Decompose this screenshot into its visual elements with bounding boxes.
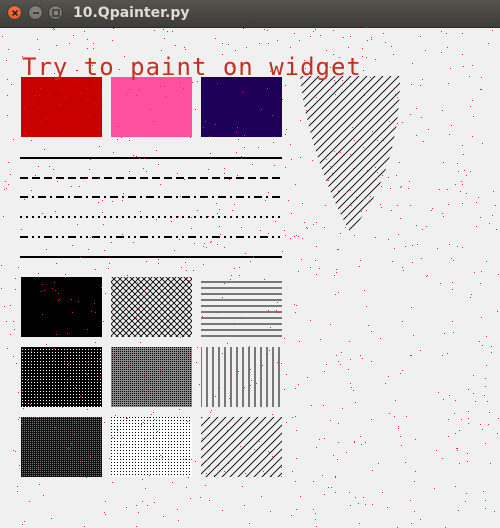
minimize-icon: [33, 12, 39, 14]
canvas-drawing: [20, 76, 400, 477]
hatched-curve-shape: [300, 76, 400, 232]
canvas-heading: Try to paint on widget: [22, 53, 362, 81]
brush-diagonal-cross: [111, 277, 192, 337]
paint-canvas[interactable]: Try to paint on widget: [0, 27, 500, 528]
color-box-navy: [201, 77, 282, 137]
brush-dense-5: [111, 417, 192, 477]
maximize-icon: [52, 9, 60, 17]
brush-dense-2: [111, 347, 192, 407]
brush-dense-1: [21, 347, 102, 407]
close-icon: [11, 9, 19, 17]
brush-backward-diagonal: [201, 417, 282, 477]
window-title: 10.Qpainter.py: [73, 5, 190, 21]
window-close-button[interactable]: [7, 5, 22, 20]
brush-solid: [21, 277, 102, 337]
color-box-pink: [111, 77, 192, 137]
window-title-bar[interactable]: 10.Qpainter.py: [0, 0, 500, 28]
window-maximize-button[interactable]: [48, 5, 63, 20]
window-minimize-button[interactable]: [28, 5, 43, 20]
brush-vertical: [201, 347, 282, 407]
brush-horizontal: [201, 277, 282, 337]
brush-dense-3: [21, 417, 102, 477]
color-box-red: [21, 77, 102, 137]
